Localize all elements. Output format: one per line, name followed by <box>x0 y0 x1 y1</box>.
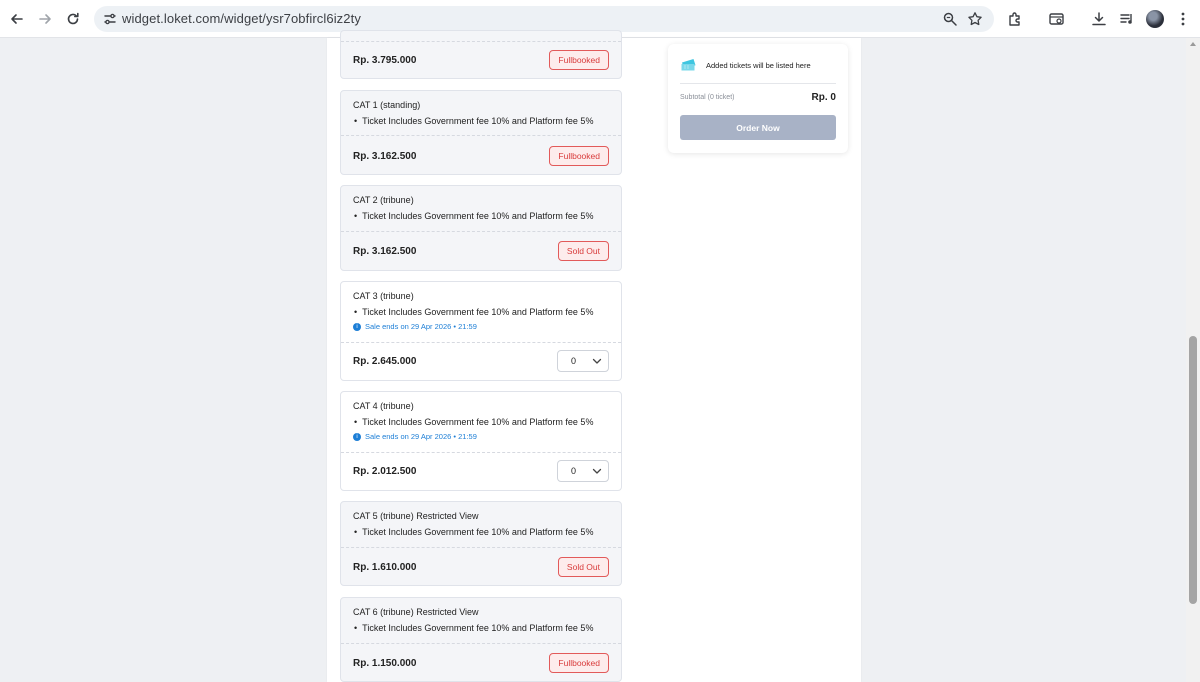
ticket-card: CAT 6 (tribune) Restricted View Ticket I… <box>340 597 622 682</box>
quantity-value: 0 <box>571 356 577 366</box>
sale-end-info: i Sale ends on 29 Apr 2026 • 21:59 <box>353 432 477 441</box>
ticket-description: Ticket Includes Government fee 10% and P… <box>353 623 593 633</box>
download-icon[interactable] <box>1090 10 1108 28</box>
chevron-down-icon <box>592 358 602 364</box>
page-scrollbar[interactable] <box>1186 38 1200 682</box>
order-summary: Added tickets will be listed here Subtot… <box>668 44 848 153</box>
ticket-card: CAT 1 (standing) Ticket Includes Governm… <box>340 90 622 175</box>
card-divider <box>341 231 621 232</box>
card-divider <box>341 135 621 136</box>
card-divider <box>341 452 621 453</box>
quantity-value: 0 <box>571 466 577 476</box>
ticket-category: CAT 3 (tribune) <box>353 291 414 301</box>
status-badge: Fullbooked <box>549 653 609 673</box>
ticket-price: Rp. 3.795.000 <box>353 55 417 66</box>
back-button[interactable] <box>6 8 28 30</box>
ticket-category: CAT 4 (tribune) <box>353 401 414 411</box>
ticket-price: Rp. 2.645.000 <box>353 356 417 367</box>
reload-button[interactable] <box>62 8 84 30</box>
card-divider <box>341 342 621 343</box>
scroll-up-arrow-icon[interactable] <box>1190 42 1196 46</box>
ticket-description: Ticket Includes Government fee 10% and P… <box>353 307 593 317</box>
status-badge: Fullbooked <box>549 146 609 166</box>
card-divider <box>341 643 621 644</box>
subtotal-value: Rp. 0 <box>811 92 836 103</box>
empty-cart-message: Added tickets will be listed here <box>706 61 811 70</box>
bookmark-star-icon[interactable] <box>967 11 983 27</box>
forward-button[interactable] <box>34 8 56 30</box>
ticket-icon <box>681 59 696 71</box>
sale-end-text: Sale ends on 29 Apr 2026 • 21:59 <box>365 322 477 331</box>
summary-divider <box>680 83 836 84</box>
subtotal-label: Subtotal (0 ticket) <box>680 94 735 101</box>
ticket-card: CAT 3 (tribune) Ticket Includes Governme… <box>340 281 622 381</box>
card-divider <box>341 41 621 42</box>
sale-end-info: i Sale ends on 29 Apr 2026 • 21:59 <box>353 322 477 331</box>
zoom-icon[interactable] <box>942 11 958 27</box>
status-badge: Sold Out <box>557 557 609 577</box>
profile-avatar[interactable] <box>1146 10 1164 28</box>
ticket-price: Rp. 3.162.500 <box>353 246 417 257</box>
ticket-category: CAT 2 (tribune) <box>353 195 414 205</box>
chevron-down-icon <box>592 468 602 474</box>
address-bar[interactable]: widget.loket.com/widget/ysr7obfircl6iz2t… <box>94 6 994 32</box>
ticket-price: Rp. 1.150.000 <box>353 658 417 669</box>
info-icon: i <box>353 322 361 331</box>
ticket-price: Rp. 2.012.500 <box>353 466 417 477</box>
ticket-price: Rp. 1.610.000 <box>353 562 417 573</box>
ticket-price: Rp. 3.162.500 <box>353 151 417 162</box>
ticket-description: Ticket Includes Government fee 10% and P… <box>353 211 593 221</box>
status-badge: Fullbooked <box>549 50 609 70</box>
ticket-category: CAT 5 (tribune) Restricted View <box>353 511 479 521</box>
extensions-icon[interactable] <box>1006 10 1024 28</box>
card-divider <box>341 547 621 548</box>
media-control-icon[interactable] <box>1118 10 1136 28</box>
ticket-description: Ticket Includes Government fee 10% and P… <box>353 116 593 126</box>
ticket-description: Ticket Includes Government fee 10% and P… <box>353 527 593 537</box>
scrollbar-thumb[interactable] <box>1189 336 1197 604</box>
ticket-description: Ticket Includes Government fee 10% and P… <box>353 417 593 427</box>
tab-search-icon[interactable] <box>1048 10 1066 28</box>
url-text[interactable]: widget.loket.com/widget/ysr7obfircl6iz2t… <box>122 11 361 26</box>
quantity-select[interactable]: 0 <box>557 350 609 372</box>
ticket-category: CAT 6 (tribune) Restricted View <box>353 607 479 617</box>
arrow-left-icon <box>11 14 23 24</box>
more-menu-icon[interactable] <box>1174 10 1192 28</box>
reload-icon <box>67 12 79 25</box>
ticket-category: CAT 1 (standing) <box>353 100 421 110</box>
quantity-select[interactable]: 0 <box>557 460 609 482</box>
ticket-card: CAT 4 (tribune) Ticket Includes Governme… <box>340 391 622 491</box>
sale-end-text: Sale ends on 29 Apr 2026 • 21:59 <box>365 432 477 441</box>
site-settings-icon[interactable] <box>102 11 118 27</box>
ticket-card: CAT 5 (tribune) Restricted View Ticket I… <box>340 501 622 586</box>
status-badge: Sold Out <box>557 241 609 261</box>
ticket-card: CAT 2 (tribune) Ticket Includes Governme… <box>340 185 622 271</box>
info-icon: i <box>353 432 361 441</box>
ticket-card: Rp. 3.795.000 Fullbooked <box>340 30 622 79</box>
order-now-button[interactable]: Order Now <box>680 115 836 140</box>
arrow-right-icon <box>39 14 51 24</box>
